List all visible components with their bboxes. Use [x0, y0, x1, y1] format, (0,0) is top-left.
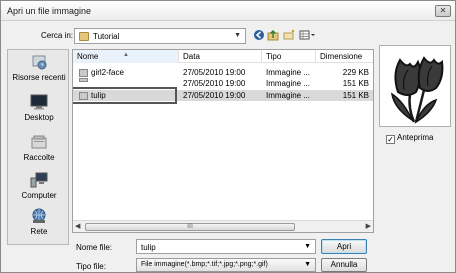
scroll-left-icon[interactable]: ◀: [75, 222, 80, 230]
file-list[interactable]: Nome ▲ Data Tipo Dimensione girl2-face 2…: [72, 49, 374, 233]
back-icon[interactable]: [253, 29, 265, 41]
look-in-label: Cerca in:: [41, 31, 74, 40]
column-header-name[interactable]: Nome ▲: [73, 50, 179, 63]
look-in-value: Tutorial: [93, 32, 120, 41]
views-menu-icon[interactable]: [299, 29, 317, 41]
place-label: Raccolte: [23, 153, 55, 162]
places-bar: Risorse recenti Desktop Raccolte Compute…: [7, 49, 69, 245]
file-list-header: Nome ▲ Data Tipo Dimensione: [73, 50, 373, 63]
open-button[interactable]: Apri: [321, 239, 367, 254]
file-date: 27/05/2010 19:00: [183, 79, 246, 88]
cancel-button[interactable]: Annulla: [321, 258, 367, 272]
scroll-right-icon[interactable]: ▶: [366, 222, 371, 230]
scroll-thumb[interactable]: III: [85, 223, 295, 231]
file-name: girl2-face: [91, 68, 124, 77]
image-preview: [379, 45, 451, 127]
preview-checkbox[interactable]: ✓ Anteprima: [386, 133, 433, 144]
file-date: 27/05/2010 19:00: [183, 68, 246, 77]
place-label: Rete: [30, 227, 48, 236]
sort-ascending-icon: ▲: [123, 52, 129, 58]
place-label: Desktop: [24, 113, 54, 122]
column-header-size[interactable]: Dimensione: [316, 50, 373, 63]
place-libraries[interactable]: Raccolte: [8, 134, 70, 168]
computer-icon: [30, 172, 48, 188]
file-name-label: Nome file:: [76, 243, 113, 252]
file-type-select[interactable]: File immagine(*.bmp;*.tif;*.jpg;*.png;*.…: [136, 258, 316, 272]
new-folder-icon[interactable]: [283, 29, 295, 41]
network-icon: [30, 208, 48, 224]
tulip-preview-image: [391, 56, 444, 124]
image-file-icon: [79, 69, 88, 77]
file-size: 151 KB: [342, 79, 369, 88]
file-name-input[interactable]: tulip ▼: [136, 239, 316, 254]
file-row[interactable]: girl2-face 27/05/2010 19:00 Immagine ...…: [73, 67, 373, 78]
file-size: 151 KB: [342, 91, 369, 100]
file-name-value: tulip: [141, 243, 156, 252]
image-file-icon: [79, 78, 88, 82]
close-button[interactable]: ✕: [435, 5, 451, 17]
desktop-icon: [30, 94, 48, 110]
file-row-selected[interactable]: tulip 27/05/2010 19:00 Immagine ... 151 …: [73, 87, 373, 104]
file-type: Immagine ...: [266, 79, 311, 88]
column-header-type[interactable]: Tipo: [262, 50, 316, 63]
file-name: tulip: [91, 91, 106, 100]
place-network[interactable]: Rete: [8, 208, 70, 242]
chevron-down-icon[interactable]: ▼: [234, 32, 241, 39]
title-bar[interactable]: Apri un file immagine ✕: [1, 1, 455, 21]
place-recent[interactable]: Risorse recenti: [8, 54, 70, 88]
column-label: Nome: [77, 52, 99, 61]
horizontal-scrollbar[interactable]: ◀ III ▶: [73, 220, 373, 232]
file-type: Immagine ...: [266, 68, 311, 77]
file-type: Immagine ...: [266, 91, 311, 100]
libraries-icon: [30, 134, 48, 150]
place-desktop[interactable]: Desktop: [8, 94, 70, 128]
place-label: Computer: [21, 191, 57, 200]
window-title: Apri un file immagine: [7, 6, 92, 16]
recent-places-icon: [30, 54, 48, 70]
image-file-icon: [79, 92, 88, 100]
open-image-dialog: Apri un file immagine ✕ Cerca in: Tutori…: [0, 0, 456, 273]
place-computer[interactable]: Computer: [8, 172, 70, 206]
up-folder-icon[interactable]: [267, 29, 279, 41]
folder-icon: [79, 32, 89, 41]
look-in-combo[interactable]: Tutorial ▼: [74, 28, 246, 44]
checkbox-checked-icon[interactable]: ✓: [386, 135, 395, 144]
file-date: 27/05/2010 19:00: [183, 91, 246, 100]
chevron-down-icon[interactable]: ▼: [304, 261, 311, 268]
preview-label: Anteprima: [397, 133, 434, 142]
file-type-value: File immagine(*.bmp;*.tif;*.jpg;*.png;*.…: [141, 261, 268, 268]
file-size: 229 KB: [342, 68, 369, 77]
place-label: Risorse recenti: [12, 73, 66, 82]
column-header-date[interactable]: Data: [179, 50, 262, 63]
chevron-down-icon[interactable]: ▼: [304, 243, 311, 250]
file-type-label: Tipo file:: [76, 262, 106, 271]
